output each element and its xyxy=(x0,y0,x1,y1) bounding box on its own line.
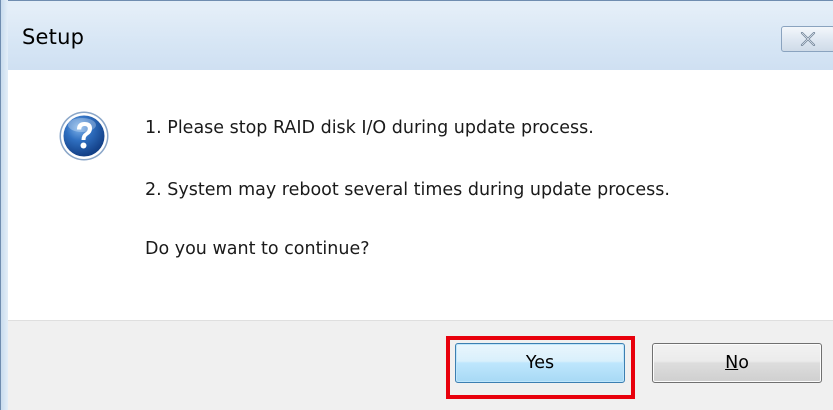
question-icon xyxy=(59,111,109,161)
setup-dialog: Setup 1. Please stop RAID disk I/O durin… xyxy=(0,0,833,410)
close-button[interactable] xyxy=(781,26,833,52)
no-button[interactable]: No xyxy=(652,343,822,383)
close-icon xyxy=(800,32,816,46)
window-title: Setup xyxy=(22,25,85,49)
message-line-1: 1. Please stop RAID disk I/O during upda… xyxy=(145,118,594,138)
yes-button[interactable]: Yes xyxy=(455,343,625,383)
window-frame-top xyxy=(0,0,833,8)
no-button-label: No xyxy=(725,353,749,373)
message-question: Do you want to continue? xyxy=(145,239,370,259)
yes-button-label: Yes xyxy=(525,353,555,373)
message-line-2: 2. System may reboot several times durin… xyxy=(145,180,670,200)
title-bar[interactable]: Setup xyxy=(8,8,833,70)
window-frame-left xyxy=(0,0,8,410)
